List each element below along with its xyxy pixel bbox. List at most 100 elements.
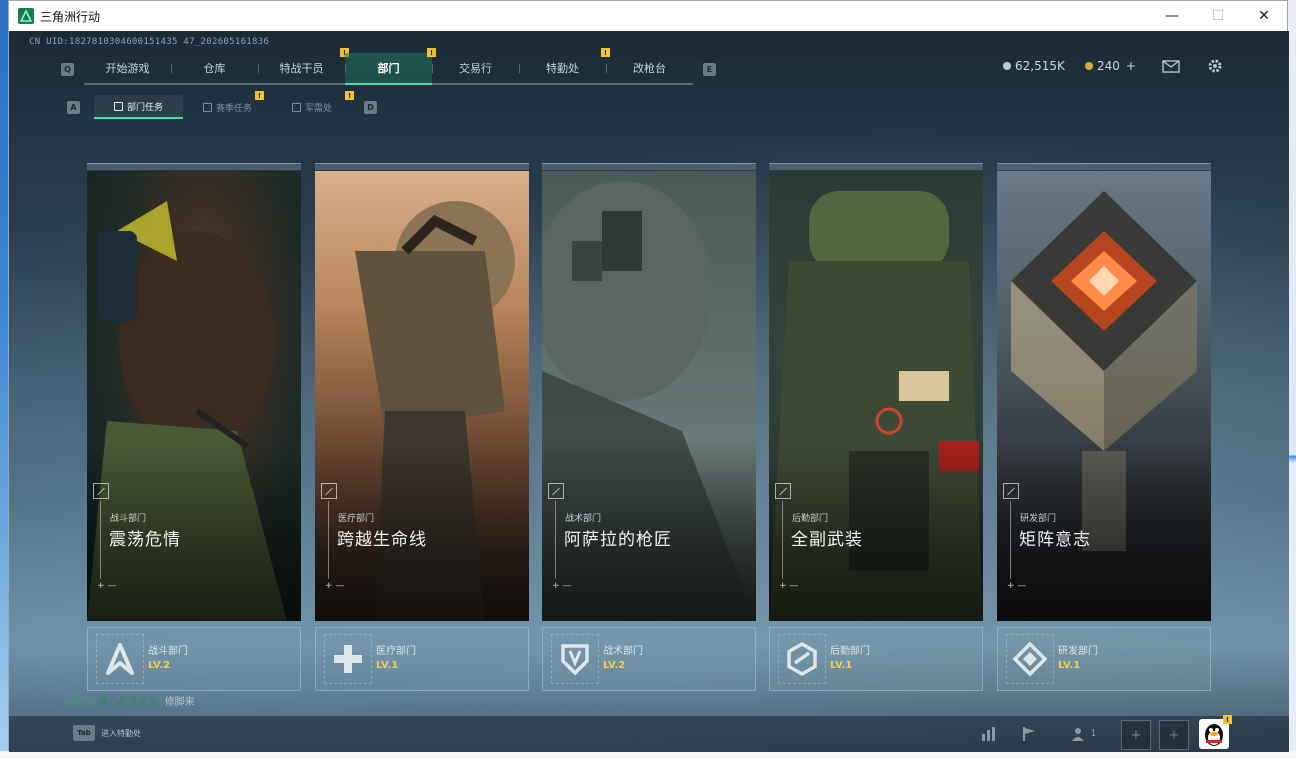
tab-label: 交易行 (459, 62, 492, 75)
tab-operators[interactable]: 特战干员 ! (258, 48, 349, 83)
card-title: 矩阵意志 (1019, 530, 1091, 550)
settings-gear-icon[interactable] (1205, 58, 1225, 74)
close-button[interactable]: ✕ (1241, 1, 1287, 31)
tab-trading[interactable]: 交易行 (432, 53, 519, 83)
medical-operator-art (315, 171, 529, 621)
tab-warehouse[interactable]: 仓库 (171, 53, 258, 83)
desktop-background-left (0, 0, 8, 759)
card-title: 全副武装 (791, 530, 863, 550)
card-category: 研发部门 (1020, 514, 1057, 524)
subtab-season-tasks[interactable]: 赛季任务 ! (183, 91, 272, 119)
card-category: 战斗部门 (110, 514, 147, 524)
department-name: 医疗部门 (376, 646, 416, 657)
uid-label: CN UID:1827810304600151435 47_2026051618… (29, 37, 270, 47)
card-divider (328, 501, 329, 579)
logistics-dept-icon (778, 634, 826, 684)
game-viewport: CN UID:1827810304600151435 47_2026051618… (9, 31, 1289, 752)
main-nav-tabs: 开始游戏 仓库 特战干员 ! 部门 ! 交易行 特勤处 ! 改枪台 (84, 48, 693, 85)
subtab-department-tasks[interactable]: 部门任务 (94, 95, 184, 119)
mail-icon[interactable] (1161, 58, 1181, 74)
qq-avatar[interactable]: ! (1199, 715, 1232, 749)
plus-icon: + — (97, 581, 117, 591)
department-info-research[interactable]: 研发部门 LV.1 (997, 627, 1211, 691)
research-device-art (997, 171, 1211, 621)
subtab-label: 部门任务 (127, 102, 164, 113)
nav-next-key: E (703, 62, 716, 76)
gold-currency: 240 + (1085, 59, 1136, 73)
maximize-button[interactable]: ☐ (1195, 1, 1241, 31)
plus-icon: + — (1007, 581, 1027, 591)
card-category: 战术部门 (565, 514, 602, 524)
add-gold-button[interactable]: + (1126, 59, 1136, 73)
tab-key-hint: Tab (73, 725, 95, 741)
tab-label: 改枪台 (633, 62, 666, 75)
flag-icon[interactable] (1019, 724, 1039, 744)
card-header-strip (997, 163, 1211, 170)
plus-icon: + — (552, 581, 572, 591)
card-header-strip (315, 163, 529, 170)
department-info-tactical[interactable]: 战术部门 LV.2 (542, 627, 756, 691)
world-chat-message[interactable]: [世界] 满心都是杀意: 修脚来 (67, 693, 195, 708)
card-title: 震荡危情 (109, 530, 181, 550)
department-info-combat[interactable]: 战斗部门 LV.2 (87, 627, 301, 691)
silver-amount: 62,515K (1015, 59, 1065, 73)
tab-label: 仓库 (203, 62, 226, 75)
combat-dept-icon (96, 634, 144, 684)
desktop-background-bottom (0, 751, 1296, 759)
expand-corner-icon (548, 483, 564, 499)
game-window: 三角洲行动 — ☐ ✕ CN UID:1827810304600151435 4… (8, 0, 1289, 752)
department-card-tactical[interactable]: 战术部门 阿萨拉的枪匠 + — (542, 163, 756, 621)
sub-nav: A 部门任务 赛季任务 ! 军需处 ! D (67, 91, 378, 119)
department-card-combat[interactable]: 战斗部门 震荡危情 + — (87, 163, 301, 621)
department-name: 战术部门 (603, 646, 643, 657)
main-nav: Q 开始游戏 仓库 特战干员 ! 部门 ! 交易行 特勤处 ! 改枪台 E (61, 48, 716, 85)
plus-icon: + — (779, 581, 799, 591)
department-info-logistics[interactable]: 后勤部门 LV.1 (769, 627, 983, 691)
chat-text: 修脚来 (164, 697, 195, 708)
tab-label: 开始游戏 (105, 62, 150, 75)
tab-gunsmith[interactable]: 改枪台 (606, 53, 693, 83)
department-card-medical[interactable]: 医疗部门 跨越生命线 + — (315, 163, 529, 621)
department-level: LV.1 (376, 660, 399, 671)
enter-special-ops-hint[interactable]: 进入特勤处 (101, 728, 141, 739)
card-category: 后勤部门 (792, 514, 829, 524)
medical-dept-icon (324, 634, 372, 684)
department-name: 战斗部门 (148, 646, 188, 657)
department-level: LV.1 (1058, 660, 1081, 671)
invite-slot-2[interactable]: + (1159, 720, 1189, 750)
gold-coin-icon (1085, 62, 1093, 70)
gold-amount: 240 (1097, 59, 1120, 73)
card-divider (1010, 501, 1011, 579)
tab-department[interactable]: 部门 ! (345, 48, 436, 85)
tactical-operator-art (542, 171, 756, 621)
invite-slot-1[interactable]: + (1121, 720, 1151, 750)
plus-icon: + — (325, 581, 345, 591)
subnav-prev-key: A (67, 100, 80, 114)
expand-corner-icon (775, 483, 791, 499)
card-header-strip (87, 163, 301, 170)
chat-channel: [世界] (67, 697, 95, 708)
subtab-quartermaster[interactable]: 军需处 ! (272, 91, 355, 119)
subtab-label: 军需处 (305, 103, 333, 114)
minimize-button[interactable]: — (1149, 1, 1195, 31)
bottom-bar: Tab 进入特勤处 1 + + ! (9, 715, 1289, 752)
tab-special-ops[interactable]: 特勤处 ! (519, 48, 610, 83)
task-icon (114, 101, 123, 111)
card-title: 阿萨拉的枪匠 (564, 530, 672, 550)
expand-corner-icon (1003, 483, 1019, 499)
tab-start-game[interactable]: 开始游戏 (84, 53, 171, 83)
team-count: 1 (1090, 729, 1097, 739)
logistics-operator-art (769, 171, 983, 621)
stats-chart-icon[interactable] (979, 724, 999, 744)
card-category: 医疗部门 (338, 514, 375, 524)
subtab-label: 赛季任务 (216, 103, 253, 114)
silver-coin-icon (1003, 62, 1011, 70)
team-members-icon[interactable]: 1 (1067, 724, 1101, 744)
card-header-strip (769, 163, 983, 170)
department-name: 后勤部门 (830, 646, 870, 657)
department-card-logistics[interactable]: 后勤部门 全副武装 + — (769, 163, 983, 621)
department-card-research[interactable]: 研发部门 矩阵意志 + — (997, 163, 1211, 621)
card-divider (100, 501, 101, 579)
expand-corner-icon (321, 483, 337, 499)
department-info-medical[interactable]: 医疗部门 LV.1 (315, 627, 529, 691)
